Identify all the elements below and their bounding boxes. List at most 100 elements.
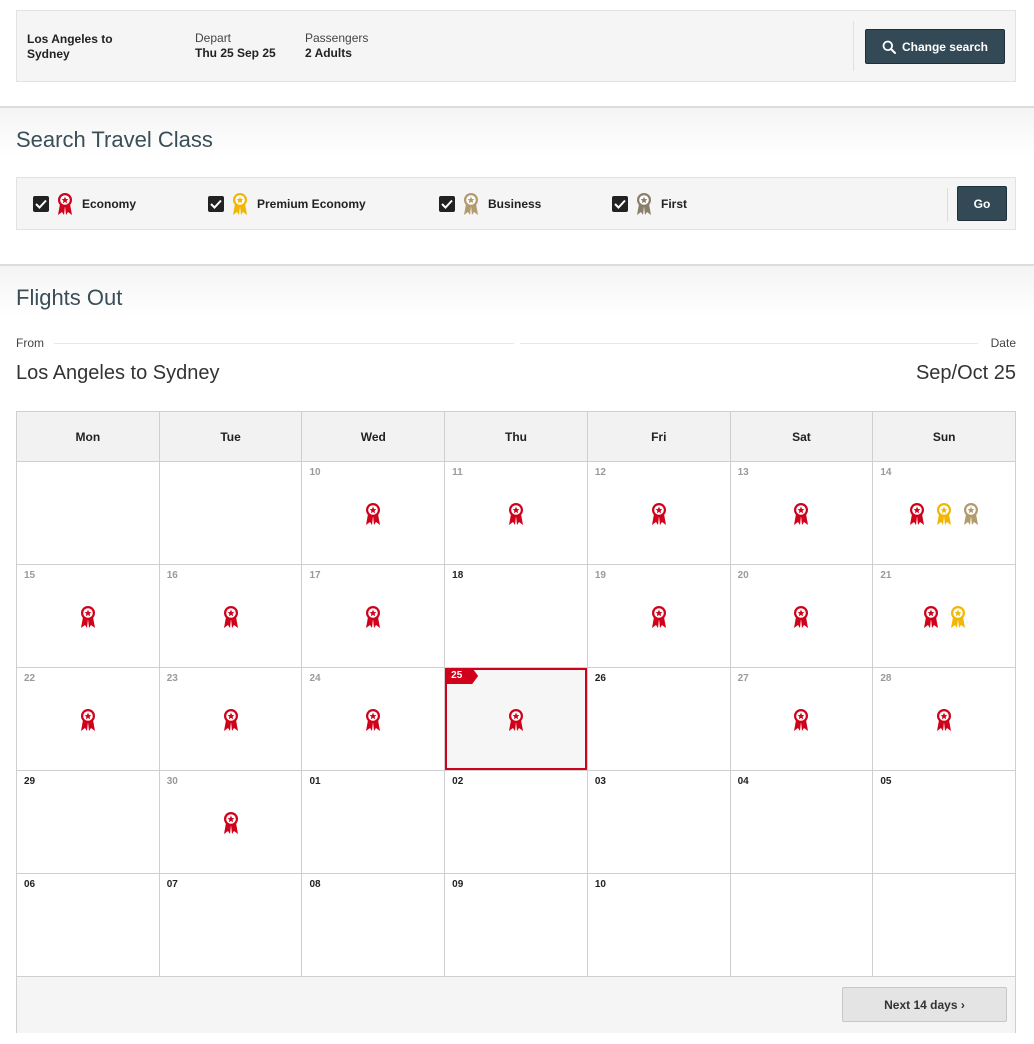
depart-label: Depart: [195, 31, 232, 45]
class-label: First: [661, 197, 688, 211]
class-option-first[interactable]: First: [612, 193, 688, 215]
award-availability: [873, 502, 1015, 526]
calendar-day[interactable]: 12: [587, 462, 731, 564]
calendar-week: 15 16 17 18 19 20 21: [17, 565, 1016, 668]
calendar-day[interactable]: 29: [17, 771, 160, 873]
day-number: 17: [309, 570, 321, 581]
award-availability: [731, 708, 873, 732]
award-availability: [445, 502, 587, 526]
date-label: Date: [990, 336, 1016, 350]
award-ribbon-icon: [223, 812, 238, 834]
calendar-day[interactable]: 02: [445, 771, 588, 873]
weekday-thu: Thu: [445, 412, 588, 461]
calendar-day[interactable]: 07: [159, 874, 303, 976]
day-number: 18: [452, 570, 464, 581]
checkmark-icon: [210, 199, 222, 209]
class-option-premium-economy[interactable]: Premium Economy: [208, 193, 366, 215]
calendar-day[interactable]: 09: [445, 874, 588, 976]
calendar-day[interactable]: 22: [17, 668, 160, 770]
calendar-day[interactable]: 13: [730, 462, 874, 564]
award-availability: [873, 605, 1015, 629]
day-number: 10: [309, 467, 321, 478]
award-ribbon-icon: [366, 503, 381, 525]
calendar-day[interactable]: 10: [587, 874, 731, 976]
award-availability: [160, 811, 302, 835]
change-search-button[interactable]: Change search: [865, 29, 1005, 64]
calendar-day[interactable]: 28: [873, 668, 1016, 770]
go-button[interactable]: Go: [957, 186, 1007, 221]
calendar-day[interactable]: 15: [17, 565, 160, 667]
award-availability: [302, 502, 444, 526]
day-number: 06: [24, 879, 36, 890]
passengers-label: Passengers: [305, 31, 369, 45]
day-number: 12: [594, 467, 606, 478]
flights-out-header: [0, 264, 1034, 316]
day-number: 15: [24, 570, 36, 581]
checkmark-icon: [614, 199, 626, 209]
from-rule: [54, 343, 514, 344]
weekday-fri: Fri: [588, 412, 731, 461]
calendar-day[interactable]: 26: [587, 668, 731, 770]
calendar-day-selected[interactable]: 25: [445, 668, 588, 770]
calendar-day[interactable]: 11: [445, 462, 588, 564]
passengers-value: 2 Adults: [305, 46, 352, 60]
calendar-day[interactable]: 06: [17, 874, 160, 976]
award-ribbon-icon: [223, 709, 238, 731]
checkbox[interactable]: [612, 196, 628, 212]
calendar-day: [17, 462, 160, 564]
day-number: 08: [309, 879, 321, 890]
day-number: 05: [880, 776, 892, 787]
award-ribbon-icon: [937, 709, 952, 731]
award-availability: [160, 605, 302, 629]
day-number: 25: [445, 668, 479, 684]
award-ribbon-icon: [366, 709, 381, 731]
calendar-day[interactable]: 17: [302, 565, 446, 667]
award-ribbon-icon: [464, 193, 478, 215]
calendar-day[interactable]: 04: [730, 771, 874, 873]
depart-value: Thu 25 Sep 25: [195, 46, 276, 60]
day-number: 21: [880, 570, 892, 581]
calendar-grid: 10 11 12 13 14 15 16 17 18 19 20 21 22 23 24 25 26 27 28 29…: [17, 462, 1016, 977]
award-availability: [731, 502, 873, 526]
checkbox[interactable]: [439, 196, 455, 212]
class-option-business[interactable]: Business: [439, 193, 541, 215]
classbar-divider: [947, 188, 948, 222]
day-number: 11: [452, 467, 463, 478]
award-ribbon-icon: [509, 503, 524, 525]
calendar-day[interactable]: 14: [873, 462, 1016, 564]
calendar-day[interactable]: 16: [159, 565, 303, 667]
day-number: 10: [594, 879, 606, 890]
calendar-day[interactable]: 21: [873, 565, 1016, 667]
award-ribbon-icon: [794, 606, 809, 628]
flights-out-title: Flights Out: [16, 285, 123, 310]
calendar-day[interactable]: 10: [302, 462, 446, 564]
calendar-day[interactable]: 08: [302, 874, 446, 976]
calendar-week: 22 23 24 25 26 27 28: [17, 668, 1016, 771]
calendar-day[interactable]: 19: [587, 565, 731, 667]
award-ribbon-icon: [651, 503, 666, 525]
search-icon: [882, 40, 896, 54]
checkbox[interactable]: [208, 196, 224, 212]
award-ribbon-icon: [950, 606, 965, 628]
calendar-day[interactable]: 24: [302, 668, 446, 770]
class-label: Economy: [82, 197, 137, 211]
award-ribbon-icon: [937, 503, 952, 525]
class-label: Premium Economy: [257, 197, 366, 211]
travel-class-title: Search Travel Class: [16, 127, 213, 152]
next-14-days-button[interactable]: Next 14 days ›: [842, 987, 1007, 1022]
calendar-day[interactable]: 30: [159, 771, 303, 873]
calendar-day: [159, 462, 303, 564]
calendar-day[interactable]: 23: [159, 668, 303, 770]
calendar-week: 29 30 01 02 03 04 05: [17, 771, 1016, 874]
calendar-day[interactable]: 05: [873, 771, 1016, 873]
calendar-day[interactable]: 03: [587, 771, 731, 873]
award-availability: [731, 605, 873, 629]
class-option-economy[interactable]: Economy: [33, 193, 137, 215]
calendar-day[interactable]: 01: [302, 771, 446, 873]
calendar-day[interactable]: 27: [730, 668, 874, 770]
checkbox[interactable]: [33, 196, 49, 212]
calendar-day[interactable]: 18: [445, 565, 588, 667]
calendar-day[interactable]: 20: [730, 565, 874, 667]
award-availability: [445, 708, 587, 732]
route-heading: Los Angeles to Sydney: [16, 362, 220, 384]
